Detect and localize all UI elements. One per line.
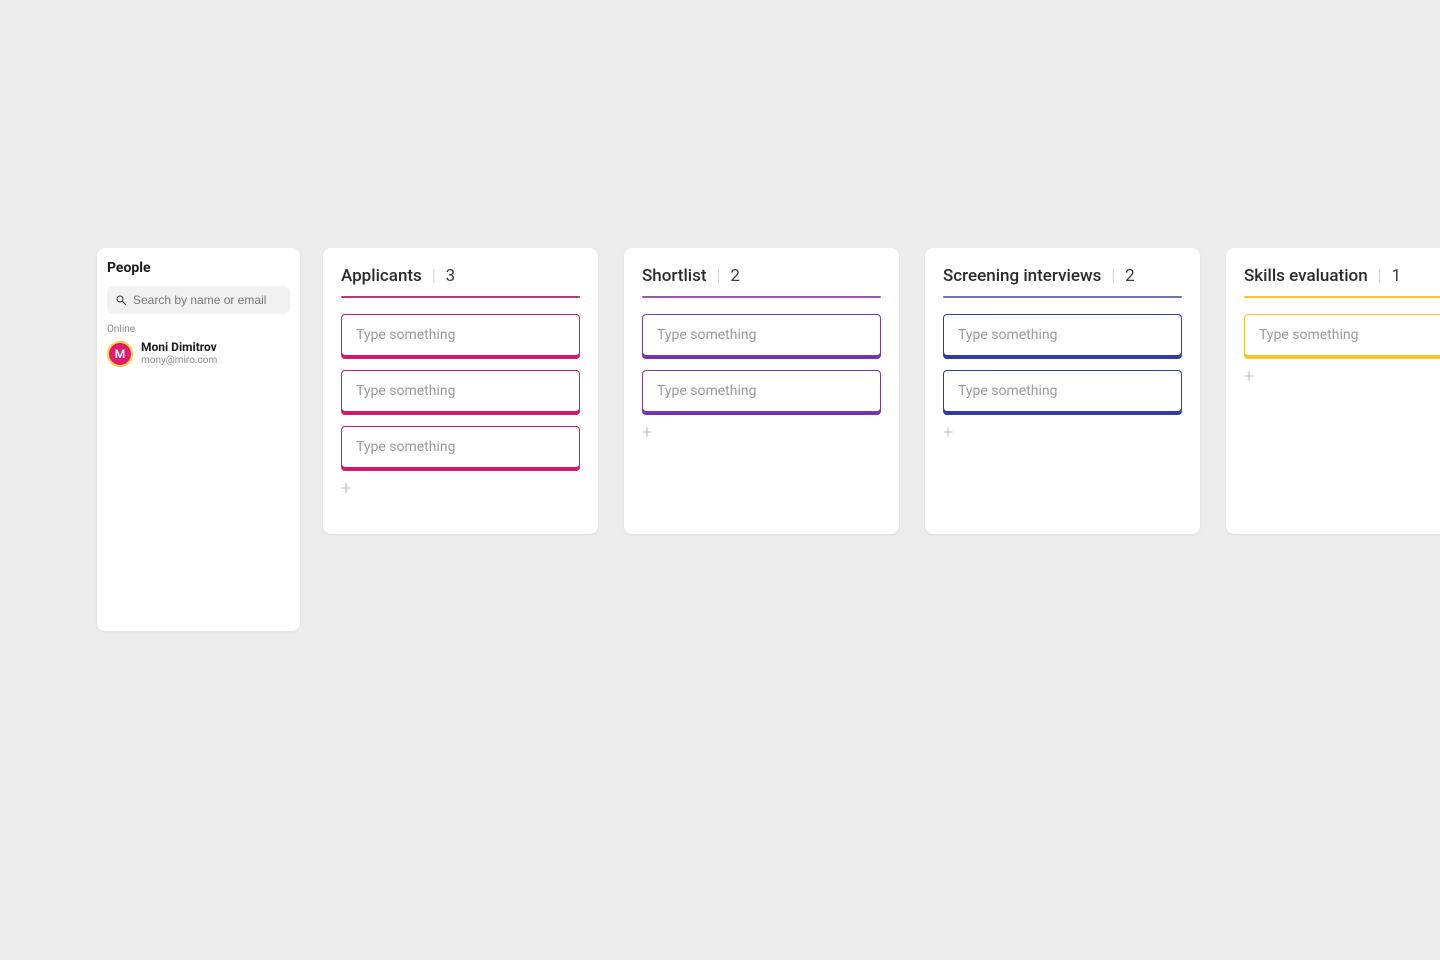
column-separator: | [1378, 266, 1382, 286]
column-count: 1 [1391, 266, 1401, 286]
search-input[interactable] [133, 293, 282, 307]
kanban-board[interactable]: Applicants|3Type somethingType something… [323, 248, 1440, 534]
column-screening[interactable]: Screening interviews|2Type somethingType… [925, 248, 1200, 534]
column-header: Skills evaluation | 1 [1244, 266, 1440, 286]
card-placeholder: Type something [958, 327, 1057, 343]
people-title: People [107, 260, 290, 276]
column-title: Screening interviews [943, 266, 1101, 286]
column-cards: Type something Type something Type somethi… [341, 314, 580, 468]
column-underline [642, 296, 881, 298]
column-cards: Type something [1244, 314, 1440, 356]
card-placeholder: Type something [1259, 327, 1358, 343]
card-placeholder: Type something [356, 327, 455, 343]
person-email: mony@miro.com [141, 355, 217, 367]
column-cards: Type something Type something [943, 314, 1182, 412]
card-placeholder: Type something [657, 383, 756, 399]
column-underline [341, 296, 580, 298]
column-separator: | [717, 266, 721, 286]
column-separator: | [432, 266, 436, 286]
card-placeholder: Type something [356, 383, 455, 399]
add-card-button[interactable]: + [943, 424, 963, 442]
card[interactable]: Type something [341, 370, 580, 412]
avatar-initial: M [115, 347, 126, 361]
column-applicants[interactable]: Applicants|3Type somethingType something… [323, 248, 598, 534]
column-underline [943, 296, 1182, 298]
column-separator: | [1111, 266, 1115, 286]
card[interactable]: Type something [943, 370, 1182, 412]
avatar: M [107, 341, 133, 367]
card[interactable]: Type something [642, 370, 881, 412]
column-shortlist[interactable]: Shortlist | 2 Type something Type something + [624, 248, 899, 534]
column-header: Screening interviews | 2 [943, 266, 1182, 286]
card[interactable]: Type something [341, 314, 580, 356]
column-cards: Type something Type something [642, 314, 881, 412]
canvas[interactable]: People Online M Moni Dimitrov mony@miro.… [0, 0, 1440, 960]
search-box[interactable] [107, 286, 290, 314]
add-card-button[interactable]: + [1244, 368, 1264, 386]
card-placeholder: Type something [356, 439, 455, 455]
column-count: 2 [730, 266, 740, 286]
column-underline [1244, 296, 1440, 298]
column-count: 3 [446, 266, 456, 286]
card-placeholder: Type something [958, 383, 1057, 399]
card[interactable]: Type something [943, 314, 1182, 356]
online-label: Online [107, 324, 290, 335]
people-panel: People Online M Moni Dimitrov mony@miro.… [97, 248, 300, 631]
card[interactable]: Type something [341, 426, 580, 468]
person-row[interactable]: M Moni Dimitrov mony@miro.com [107, 339, 290, 369]
column-header: Applicants | 3 [341, 266, 580, 286]
column-header: Shortlist | 2 [642, 266, 881, 286]
search-icon [115, 294, 127, 306]
card[interactable]: Type something [1244, 314, 1440, 356]
column-title: Shortlist [642, 266, 707, 286]
column-title: Applicants [341, 266, 422, 286]
card[interactable]: Type something [642, 314, 881, 356]
card-placeholder: Type something [657, 327, 756, 343]
column-skills[interactable]: Skills evaluation | 1 Type something + [1226, 248, 1440, 534]
add-card-button[interactable]: + [642, 424, 662, 442]
add-card-button[interactable]: + [341, 480, 361, 498]
column-title: Skills evaluation [1244, 266, 1368, 286]
column-count: 2 [1125, 266, 1135, 286]
person-name: Moni Dimitrov [141, 341, 217, 355]
person-info: Moni Dimitrov mony@miro.com [141, 341, 217, 366]
